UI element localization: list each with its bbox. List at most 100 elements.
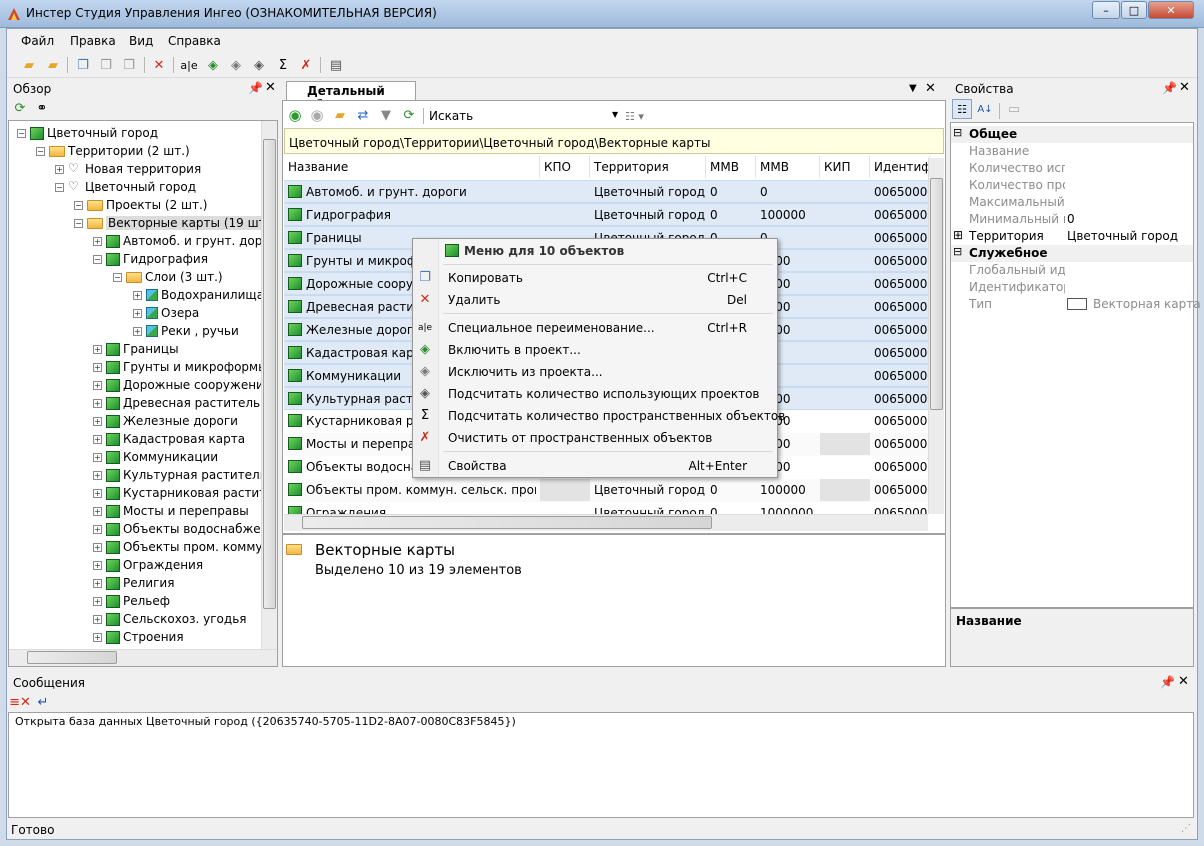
- paste-icon[interactable]: ❐: [96, 55, 116, 75]
- grid-vscrollbar[interactable]: [928, 158, 944, 514]
- tree-item[interactable]: − Цветочный город: [17, 124, 158, 142]
- expand-toggle-icon[interactable]: −: [74, 218, 83, 228]
- context-menu-item[interactable]: ✕ Удалить Del: [413, 289, 777, 311]
- expand-toggle-icon[interactable]: +: [93, 578, 102, 588]
- clear-icon[interactable]: ✗: [296, 55, 316, 75]
- expand-toggle-icon[interactable]: +: [93, 614, 102, 624]
- property-row[interactable]: Максимальный: [951, 194, 1193, 211]
- tree-item[interactable]: + Объекты водоснабжен: [93, 520, 261, 538]
- pin-icon[interactable]: 📌: [1160, 675, 1175, 689]
- back-icon[interactable]: ◉: [285, 105, 305, 125]
- property-row[interactable]: Количество испо: [951, 160, 1193, 177]
- wrap-icon[interactable]: ↵: [33, 692, 53, 712]
- property-row[interactable]: Минимальный м0: [951, 211, 1193, 228]
- menu-view[interactable]: Вид: [129, 34, 153, 48]
- search-dropdown-icon[interactable]: ▼: [612, 110, 618, 119]
- categorized-icon[interactable]: ☷: [952, 99, 972, 119]
- refresh-icon[interactable]: ⟳: [10, 98, 30, 118]
- context-menu-item[interactable]: a|e Специальное переименование... Ctrl+R: [413, 317, 777, 339]
- context-menu-item[interactable]: ✗ Очистить от пространственных объектов: [413, 427, 777, 449]
- property-group-service[interactable]: ⊟ Служебное: [951, 245, 1193, 262]
- property-row[interactable]: Количество про: [951, 177, 1193, 194]
- expand-toggle-icon[interactable]: +: [133, 308, 142, 318]
- tree-hscroll-thumb[interactable]: [27, 651, 117, 664]
- expand-toggle-icon[interactable]: −: [93, 254, 102, 264]
- column-header-kip[interactable]: КИП: [820, 156, 870, 178]
- tree-item[interactable]: + ♡ Новая территория: [55, 160, 201, 178]
- expand-toggle-icon[interactable]: −: [17, 128, 26, 138]
- menu-file[interactable]: Файл: [21, 34, 54, 48]
- tree-item[interactable]: + Границы: [93, 340, 179, 358]
- column-header-id[interactable]: Идентиф: [870, 156, 930, 178]
- tree-item[interactable]: + Дорожные сооружения: [93, 376, 261, 394]
- open-folder-icon[interactable]: ▰: [19, 55, 39, 75]
- expand-toggle-icon[interactable]: +: [93, 542, 102, 552]
- column-header-mmv-2[interactable]: ММВ: [756, 156, 820, 178]
- tree-item[interactable]: + Кустарниковая растит: [93, 484, 261, 502]
- tree-item[interactable]: + Сельскохоз. угодья: [93, 610, 246, 628]
- tree-item[interactable]: + Реки , ручьи: [133, 322, 239, 340]
- close-icon[interactable]: ✕: [265, 80, 276, 95]
- filter-icon[interactable]: ▼: [376, 105, 396, 125]
- tree-item[interactable]: + Железные дороги: [93, 412, 238, 430]
- tree-item[interactable]: − Проекты (2 шт.): [74, 196, 208, 214]
- new-folder-icon[interactable]: ▰: [43, 55, 63, 75]
- grid-hscroll-thumb[interactable]: [302, 516, 712, 529]
- resize-grip[interactable]: ⋰: [1181, 823, 1191, 834]
- tree-item[interactable]: − ♡ Цветочный город: [55, 178, 196, 196]
- property-pages-icon[interactable]: ▭: [1004, 99, 1024, 119]
- property-row[interactable]: Глобальный иде: [951, 262, 1193, 279]
- paste-special-icon[interactable]: ❐: [119, 55, 139, 75]
- refresh-icon[interactable]: ⟳: [399, 105, 419, 125]
- expand-toggle-icon[interactable]: +: [93, 524, 102, 534]
- tree-hscrollbar[interactable]: [9, 649, 277, 666]
- property-row[interactable]: Территория ⊞ Цветочный город: [951, 228, 1193, 245]
- tree-item[interactable]: + Культурная раститель: [93, 466, 261, 484]
- splitter[interactable]: [283, 533, 945, 535]
- rename-icon[interactable]: a|e: [179, 55, 199, 75]
- property-row[interactable]: Идентификатор: [951, 279, 1193, 296]
- properties-icon[interactable]: ▤: [326, 55, 346, 75]
- property-group-general[interactable]: ⊟ Общее: [951, 126, 1193, 143]
- expand-toggle-icon[interactable]: −: [113, 272, 122, 282]
- expand-toggle-icon[interactable]: +: [93, 434, 102, 444]
- expand-toggle-icon[interactable]: +: [93, 362, 102, 372]
- tab-dropdown-icon[interactable]: ▼: [909, 83, 917, 94]
- property-row[interactable]: Название: [951, 143, 1193, 160]
- expand-toggle-icon[interactable]: +: [55, 164, 64, 174]
- sigma-icon[interactable]: Σ: [273, 55, 293, 75]
- pin-icon[interactable]: 📌: [1162, 81, 1177, 95]
- forward-icon[interactable]: ◉: [307, 105, 327, 125]
- count-projects-icon[interactable]: ◈: [249, 55, 269, 75]
- expand-toggle-icon[interactable]: ⊞: [953, 228, 963, 242]
- menu-edit[interactable]: Правка: [70, 34, 116, 48]
- grid-hscrollbar[interactable]: [284, 514, 928, 531]
- clear-messages-icon[interactable]: ≡✕: [9, 692, 31, 712]
- tree-item[interactable]: + Озера: [133, 304, 199, 322]
- expand-toggle-icon[interactable]: +: [133, 326, 142, 336]
- tree-vscrollbar[interactable]: [261, 121, 277, 649]
- column-header-mmv-1[interactable]: ММВ: [706, 156, 756, 178]
- minimize-button[interactable]: –: [1092, 1, 1120, 19]
- expand-toggle-icon[interactable]: +: [93, 506, 102, 516]
- table-row[interactable]: Ограждения Цветочный город 0 1000000 0065000…: [284, 502, 930, 514]
- column-header-territory[interactable]: Территория: [590, 156, 706, 178]
- property-row[interactable]: Тип Векторная карта: [951, 296, 1201, 313]
- context-menu-item[interactable]: ◈ Исключить из проекта...: [413, 361, 777, 383]
- table-row[interactable]: Автомоб. и грунт. дороги Цветочный город 0…: [284, 180, 930, 203]
- include-icon[interactable]: ◈: [203, 55, 223, 75]
- menu-help[interactable]: Справка: [168, 34, 221, 48]
- view-mode-icon[interactable]: ☷ ▾: [625, 110, 644, 123]
- tab-close-icon[interactable]: ✕: [925, 81, 936, 96]
- tree-item[interactable]: + Объекты пром. коммун: [93, 538, 261, 556]
- expand-toggle-icon[interactable]: +: [133, 290, 142, 300]
- grid-vscroll-thumb[interactable]: [930, 178, 943, 410]
- table-row[interactable]: Гидрография Цветочный город 0 100000 0065000…: [284, 203, 930, 226]
- tree-item[interactable]: − Территории (2 шт.): [36, 142, 190, 160]
- context-menu-item[interactable]: Σ Подсчитать количество пространственных …: [413, 405, 785, 427]
- column-header-kpo[interactable]: КПО: [540, 156, 590, 178]
- search-field[interactable]: Искать ▼: [429, 107, 623, 125]
- expand-toggle-icon[interactable]: +: [93, 470, 102, 480]
- maximize-button[interactable]: □: [1121, 1, 1147, 19]
- expand-toggle-icon[interactable]: −: [55, 182, 64, 192]
